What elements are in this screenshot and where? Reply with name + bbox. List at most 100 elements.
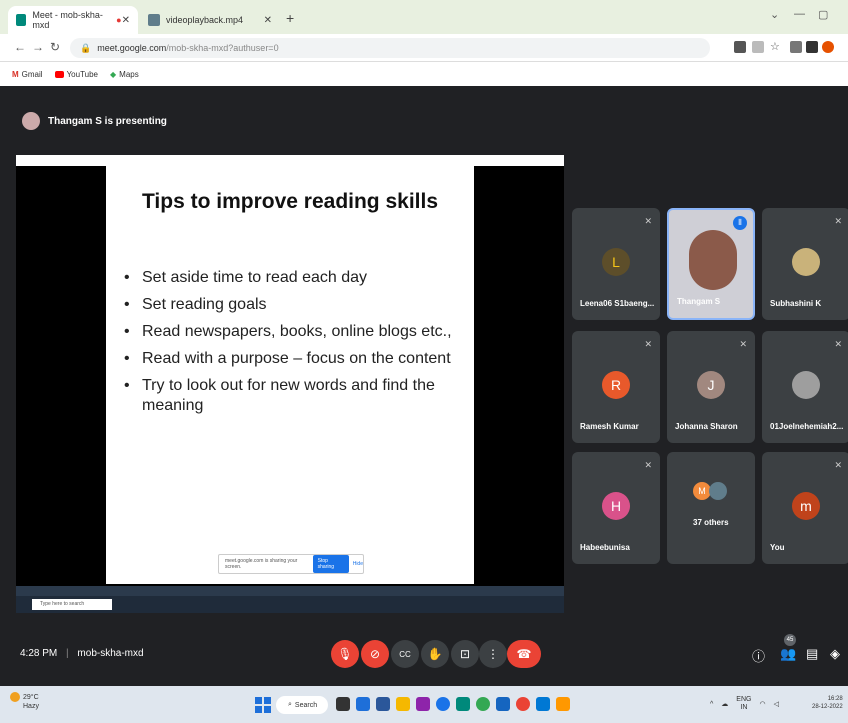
profile-avatar[interactable] [822,41,834,53]
mic-toggle-button[interactable]: 🎙 [331,640,359,668]
address-bar[interactable]: 🔒 meet.google.com /mob-skha-mxd?authuser… [70,38,710,58]
gmail-icon: M [12,69,19,79]
language-indicator[interactable]: ENG IN [736,696,751,712]
store-icon[interactable] [376,697,390,711]
more-options-button[interactable]: ⋮ [479,640,507,668]
windows-start-icon[interactable] [255,697,271,713]
bookmark-maps[interactable]: ◆ Maps [110,70,139,79]
raise-hand-button[interactable]: ✋ [421,640,449,668]
chrome-icon[interactable] [516,697,530,711]
list-item: Read with a purpose – focus on the conte… [124,349,464,369]
hide-button[interactable]: Hide [353,561,363,567]
slide-title: Tips to improve reading skills [141,190,439,213]
activities-icon[interactable]: ◈ [830,646,840,662]
volume-icon[interactable]: ◁ [774,700,779,708]
weather-widget[interactable]: 29°C Hazy [10,692,39,711]
avatar [792,248,820,276]
chrome-icon[interactable] [436,697,450,711]
participant-name: Johanna Sharon [675,422,738,431]
participant-tile[interactable]: ✕ H Habeebunisa [572,452,660,564]
powerpoint-titlebar [16,155,564,166]
app-icon[interactable] [456,697,470,711]
captions-button[interactable]: CC [391,640,419,668]
maps-icon: ◆ [110,69,117,79]
taskbar-clock[interactable]: 16:28 28-12-2022 [812,695,843,711]
minimize-button[interactable]: — [794,8,805,20]
present-button[interactable]: ⊡ [451,640,479,668]
reload-button[interactable]: ↻ [50,40,60,54]
back-button[interactable]: ← [14,40,26,54]
meeting-code: mob-skha-mxd [77,648,144,659]
globe-icon [148,14,160,26]
clock-date: 28-12-2022 [812,704,843,710]
avatar [792,371,820,399]
participant-name: You [770,543,785,552]
speaking-icon: ⦀ [733,216,747,230]
browser-tab-bar: Meet - mob-skha-mxd ● ✕ videoplayback.mp… [0,0,848,34]
info-icon[interactable]: ⓘ [752,646,765,665]
chevron-down-icon[interactable]: ⌄ [770,8,779,21]
lock-icon: 🔒 [80,42,92,53]
taskbar-search[interactable]: ⌕ Search [276,696,328,714]
people-icon[interactable]: 👥 [780,646,796,662]
forward-button[interactable]: → [32,40,44,54]
star-icon[interactable]: ☆ [770,40,782,53]
chrome-icon[interactable] [476,697,490,711]
mic-off-icon: ✕ [644,216,652,226]
app-icon[interactable] [496,697,510,711]
edge-icon[interactable] [356,697,370,711]
presenting-banner: Thangam S is presenting [22,112,167,130]
avatar: J [697,371,725,399]
sharing-notice: meet.google.com is sharing your screen. … [218,554,364,574]
participant-tile[interactable]: ✕ J Johanna Sharon [667,331,755,443]
participant-tile-self[interactable]: ✕ m You [762,452,848,564]
camera-icon[interactable] [734,41,746,53]
bookmark-gmail[interactable]: M Gmail [12,70,43,79]
participant-tile[interactable]: ✕ 01Joelnehemiah2... [762,331,848,443]
bookmark-label: Gmail [21,69,43,79]
participant-tile-active[interactable]: ⦀ Thangam S [667,208,755,320]
avatar [689,230,737,290]
file-explorer-icon[interactable] [396,697,410,711]
sidepanel-icon[interactable] [806,41,818,53]
region-code: IN [740,704,748,711]
shared-search-box: Type here to search [32,599,112,610]
system-tray: ^ ☁ ENG IN ◠ ◁ [710,696,779,712]
participant-name: 37 others [693,518,729,527]
end-call-button[interactable]: ☎ [507,640,541,668]
participant-tile[interactable]: ✕ R Ramesh Kumar [572,331,660,443]
task-view-icon[interactable] [336,697,350,711]
lang-code: ENG [736,696,752,703]
camera-toggle-button[interactable]: ⊘ [361,640,389,668]
share-icon[interactable] [752,41,764,53]
chevron-up-icon[interactable]: ^ [710,701,713,708]
participant-name: 01Joelnehemiah2... [770,422,844,431]
tab-meet[interactable]: Meet - mob-skha-mxd ● ✕ [8,6,138,34]
participant-name: Subhashini K [770,299,822,308]
maximize-button[interactable]: ▢ [818,8,828,21]
close-tab-icon[interactable]: ✕ [122,15,130,26]
tab-video[interactable]: videoplayback.mp4 ✕ [140,6,280,34]
sun-icon [10,692,20,702]
avatar: H [602,492,630,520]
slide-bullets: Set aside time to read each day Set read… [124,268,464,423]
cloud-icon[interactable]: ☁ [721,700,728,708]
bookmark-youtube[interactable]: YouTube [54,70,98,79]
search-label: Search [294,701,318,709]
participant-tile[interactable]: ✕ Subhashini K [762,208,848,320]
participant-tile[interactable]: ✕ L Leena06 S1baeng... [572,208,660,320]
app-icon[interactable] [556,697,570,711]
avatar: R [602,371,630,399]
presenting-label: Thangam S is presenting [48,115,167,127]
extension-icon[interactable] [790,41,802,53]
wifi-icon[interactable]: ◠ [759,700,765,708]
outlook-icon[interactable] [536,697,550,711]
chat-icon[interactable]: ▤ [806,646,818,662]
mic-off-icon: 🎙 [337,647,353,661]
shield-icon[interactable] [416,697,430,711]
others-tile[interactable]: M 37 others [667,452,755,564]
participant-name: Leena06 S1baeng... [580,299,655,308]
stop-sharing-button[interactable]: Stop sharing [312,555,349,573]
new-tab-button[interactable]: + [286,10,294,26]
close-tab-icon[interactable]: ✕ [264,15,272,26]
